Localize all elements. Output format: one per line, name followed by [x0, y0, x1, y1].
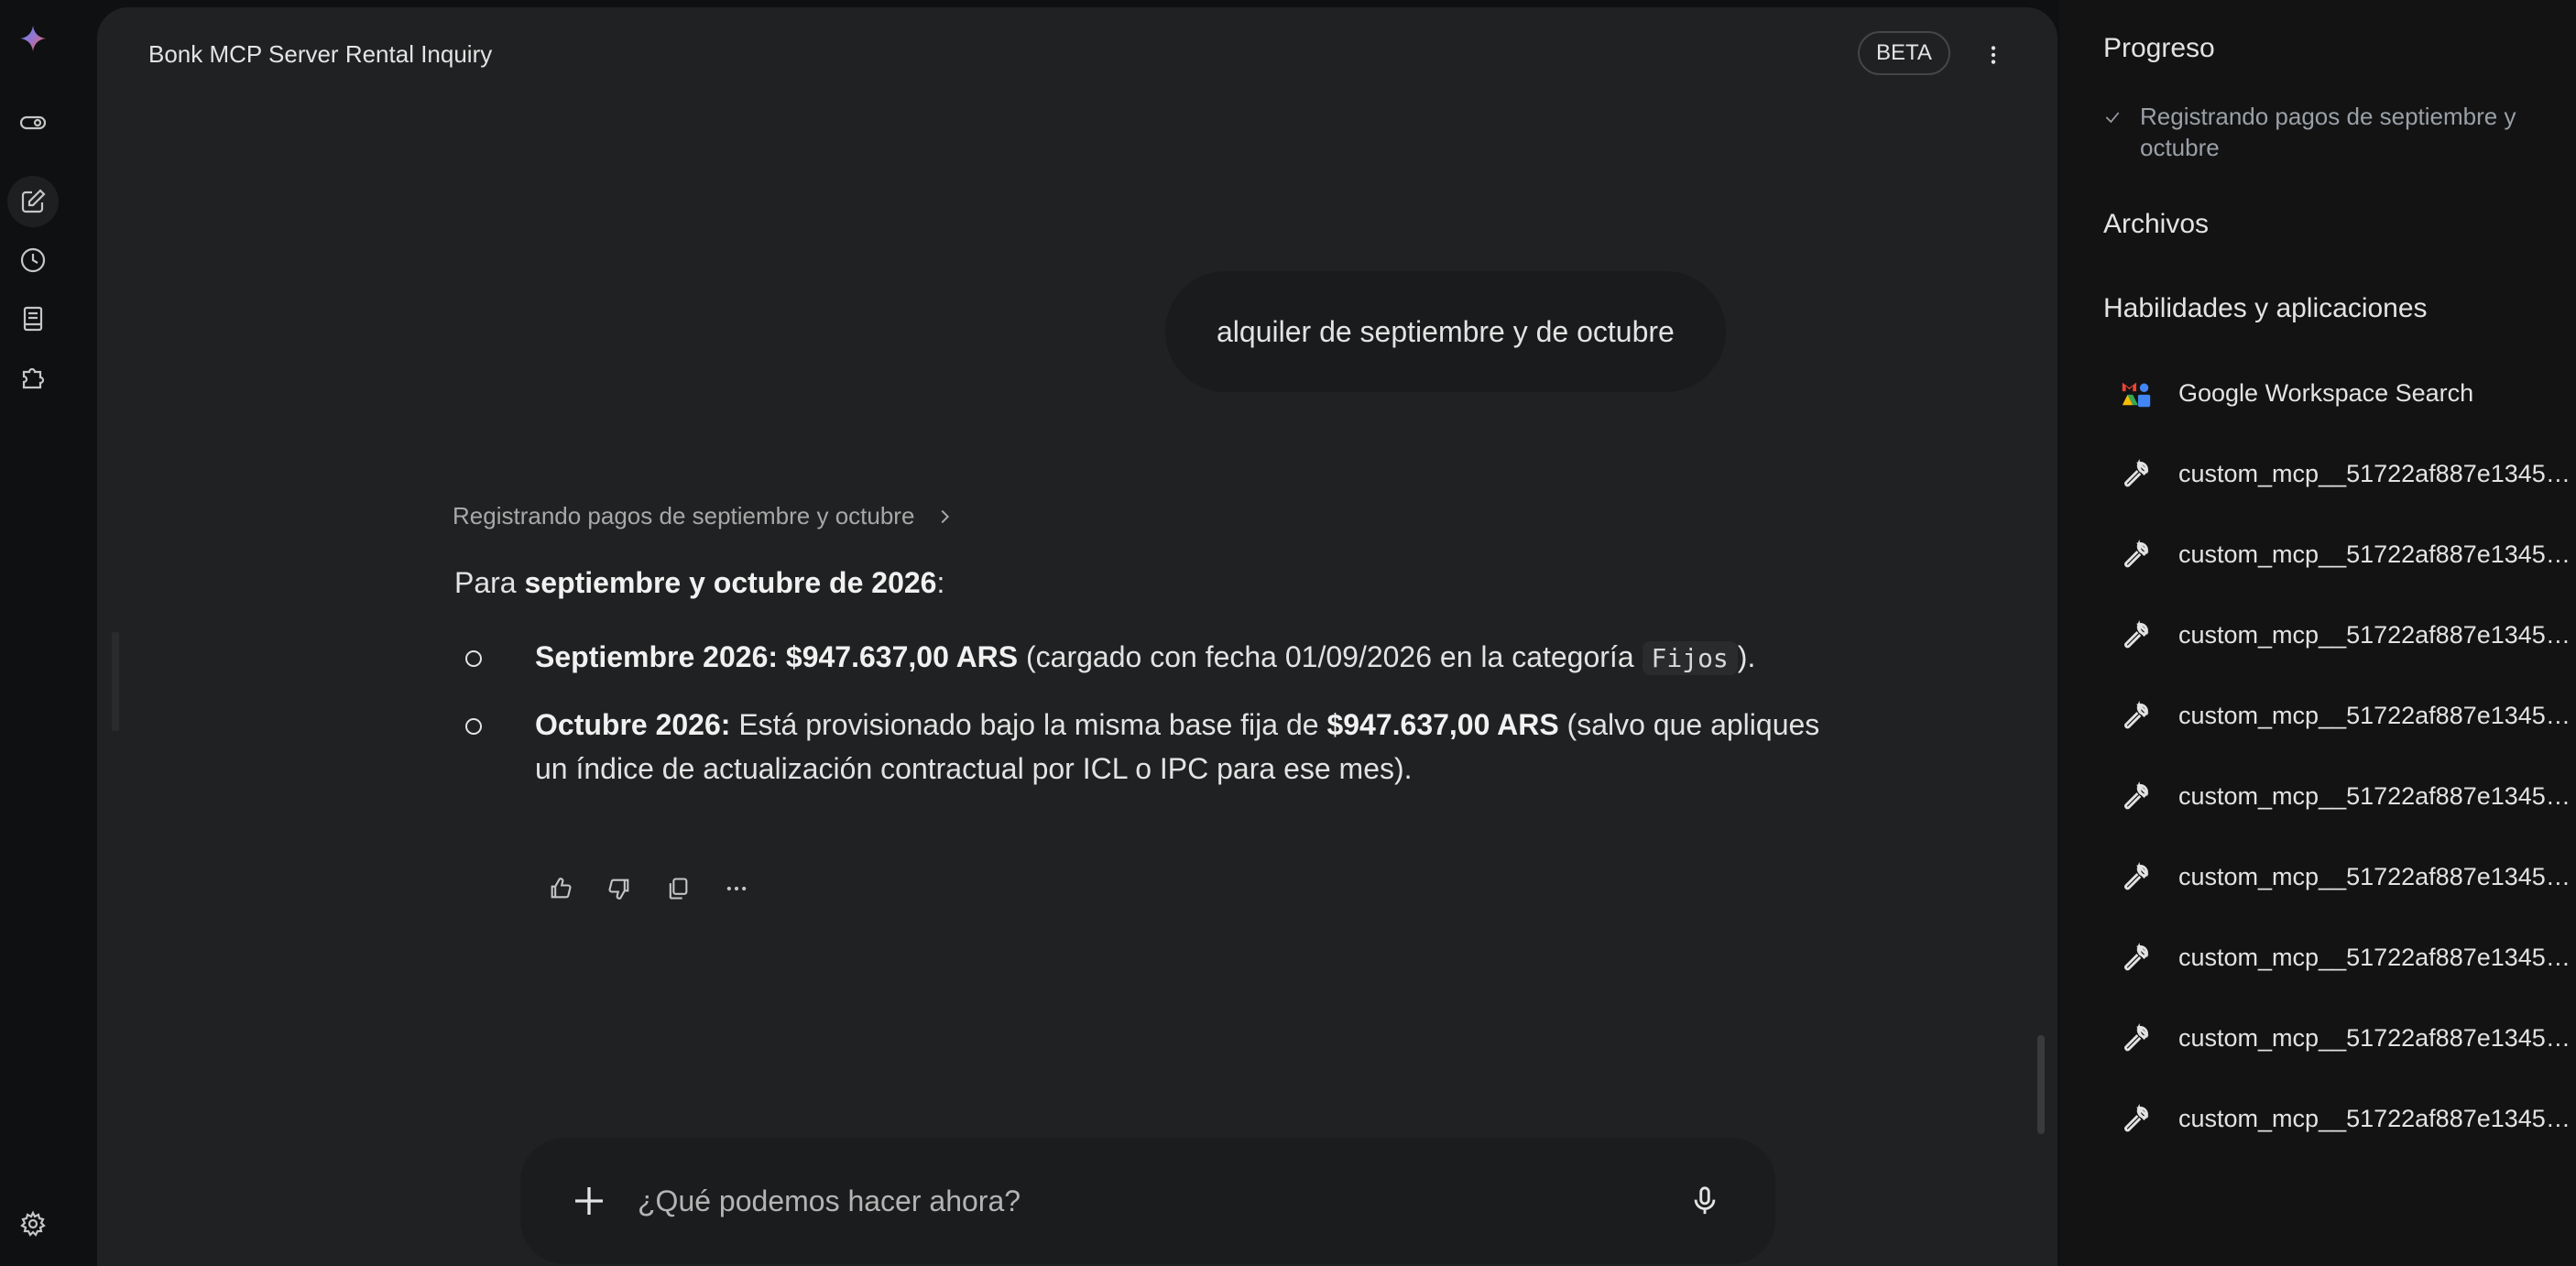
left-rail [0, 0, 66, 1266]
progress-heading: Progreso [2103, 33, 2215, 63]
settings-icon[interactable] [7, 1198, 59, 1250]
tool-item-custom-mcp[interactable]: custom_mcp__51722af887e1345c0c4b [2118, 613, 2576, 657]
more-actions-button[interactable] [716, 868, 757, 909]
tool-item-custom-mcp[interactable]: custom_mcp__51722af887e1345c0c4b [2118, 1016, 2576, 1060]
user-message: alquiler de septiembre y de octubre [1165, 271, 1726, 392]
bullet-circle-icon [465, 718, 482, 735]
copy-button[interactable] [658, 868, 698, 909]
scrollbar-thumb[interactable] [2037, 1035, 2045, 1134]
notebook-icon[interactable] [7, 293, 59, 344]
response-intro: Para septiembre y octubre de 2026: [454, 566, 945, 599]
tool-item-custom-mcp[interactable]: custom_mcp__51722af887e1345c0c4b [2118, 532, 2576, 576]
prompt-composer [520, 1138, 1775, 1264]
thumbs-down-button[interactable] [599, 868, 639, 909]
history-icon[interactable] [7, 235, 59, 286]
tool-item-custom-mcp[interactable]: custom_mcp__51722af887e1345c0c4b [2118, 1097, 2576, 1140]
list-item: Octubre 2026: Está provisionado bajo la … [454, 703, 1847, 791]
bullet-circle-icon [465, 650, 482, 667]
chat-panel: Bonk MCP Server Rental Inquiry BETA alqu… [97, 7, 2058, 1266]
check-icon [2103, 101, 2140, 134]
wrench-icon [2118, 617, 2155, 653]
wrench-icon [2118, 1100, 2155, 1137]
add-attachment-button[interactable] [566, 1178, 612, 1224]
thumbs-up-icon [551, 878, 572, 899]
conversation-title[interactable]: Bonk MCP Server Rental Inquiry [148, 40, 492, 69]
tool-item-custom-mcp[interactable]: custom_mcp__51722af887e1345c0c4b [2118, 855, 2576, 899]
tool-item-custom-mcp[interactable]: custom_mcp__51722af887e1345c0c4b [2118, 935, 2576, 979]
wrench-icon [2118, 697, 2155, 734]
more-options-button[interactable] [1973, 35, 2014, 75]
response-list: Septiembre 2026: $947.637,00 ARS (cargad… [454, 635, 1847, 791]
assistant-response: Para septiembre y octubre de 2026: Septi… [454, 566, 1847, 813]
beta-badge: BETA [1858, 31, 1950, 75]
response-actions [540, 868, 757, 909]
microphone-button[interactable] [1684, 1180, 1726, 1222]
chevron-right-icon [941, 509, 950, 523]
prompt-input[interactable] [636, 1174, 1588, 1228]
thinking-label: Registrando pagos de septiembre y octubr… [453, 502, 915, 529]
tool-item-google-workspace[interactable]: Google Workspace Search [2118, 371, 2576, 415]
more-vert-icon [1991, 46, 1996, 64]
side-panel: Progreso Registrando pagos de septiembre… [2059, 0, 2576, 1266]
thumbs-up-button[interactable] [540, 868, 581, 909]
tool-item-custom-mcp[interactable]: custom_mcp__51722af887e1345c0c4b [2118, 693, 2576, 737]
wrench-icon [2118, 1020, 2155, 1056]
tool-item-custom-mcp[interactable]: custom_mcp__51722af887e1345c0c4b [2118, 452, 2576, 496]
thumbs-down-icon [608, 879, 629, 900]
toggle-view-icon[interactable] [7, 97, 59, 148]
wrench-icon [2118, 536, 2155, 573]
new-chat-icon[interactable] [7, 176, 59, 227]
tool-item-custom-mcp[interactable]: custom_mcp__51722af887e1345c0c4b [2118, 774, 2576, 818]
wrench-icon [2118, 455, 2155, 492]
google-workspace-icon [2118, 375, 2155, 411]
plus-icon [575, 1187, 603, 1215]
category-code: Fijos [1642, 641, 1738, 675]
microphone-icon [1694, 1186, 1716, 1215]
wrench-icon [2118, 778, 2155, 814]
list-item: Septiembre 2026: $947.637,00 ARS (cargad… [454, 635, 1847, 681]
copy-icon [669, 878, 688, 900]
left-scroll-edge [112, 632, 119, 731]
gemini-logo-icon[interactable] [7, 13, 59, 64]
wrench-icon [2118, 858, 2155, 895]
more-horiz-icon [726, 886, 747, 891]
thinking-toggle[interactable]: Registrando pagos de septiembre y octubr… [453, 502, 955, 530]
extensions-icon[interactable] [7, 352, 59, 403]
wrench-icon [2118, 939, 2155, 976]
files-heading[interactable]: Archivos [2103, 209, 2209, 240]
skills-heading: Habilidades y aplicaciones [2103, 293, 2428, 323]
progress-item: Registrando pagos de septiembre y octubr… [2103, 101, 2543, 163]
